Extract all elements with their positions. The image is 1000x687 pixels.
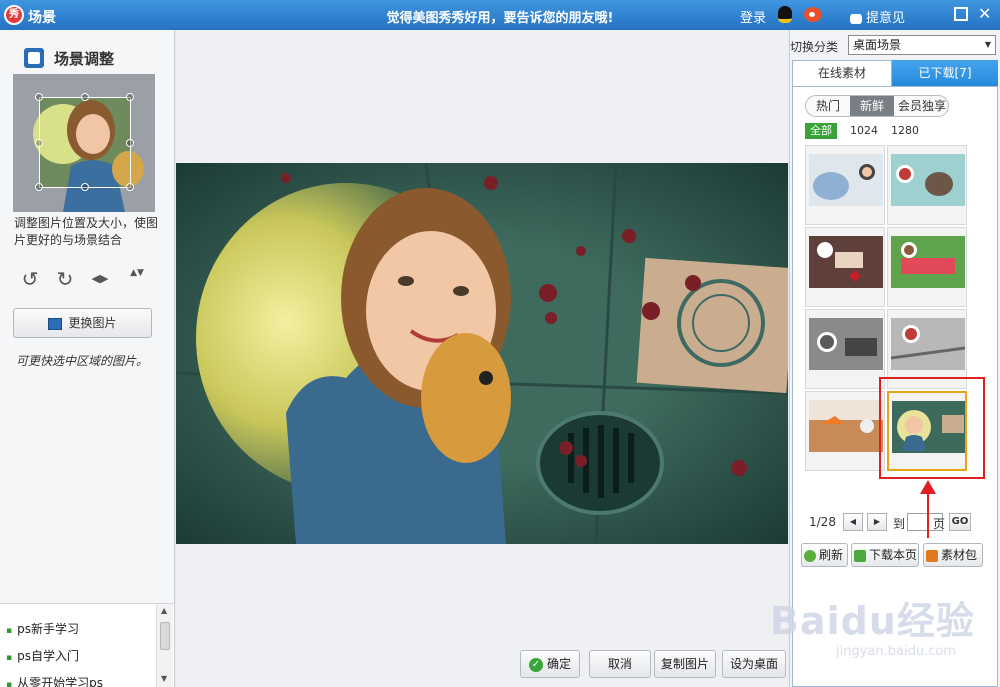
- left-panel: 场景调整 调整图片位置及大小，使图片更好的与场景结合 ↺ ↻ ◀▶ ▲▼ 更换图…: [0, 30, 175, 687]
- crop-handle-tl[interactable]: [35, 93, 43, 101]
- crop-frame[interactable]: [35, 93, 134, 191]
- goto-label: 到: [893, 517, 906, 531]
- arrow-shaft: [927, 492, 929, 538]
- cancel-button[interactable]: 取消: [589, 650, 651, 678]
- crop-handle-mr[interactable]: [126, 139, 134, 147]
- tab-bar: 在线素材 已下载[7]: [792, 60, 998, 86]
- weibo-icon[interactable]: [804, 7, 822, 22]
- slogan-text: 觉得美图秀秀好用，要告诉您的朋友哦!: [386, 11, 614, 26]
- crop-handle-br[interactable]: [126, 183, 134, 191]
- check-icon: ✓: [528, 657, 543, 672]
- ad-scrollbar[interactable]: ▲ ▼: [156, 604, 173, 687]
- replace-image-label: 更换图片: [68, 316, 117, 330]
- feedback-button[interactable]: 提意见: [850, 7, 905, 26]
- flip-horizontal-icon[interactable]: ◀▶: [88, 267, 112, 291]
- thumb-image: [891, 154, 965, 206]
- crop-handle-tr[interactable]: [126, 93, 134, 101]
- thumb-image: [891, 318, 965, 370]
- filter-new[interactable]: 新鲜: [850, 96, 894, 116]
- ad-list: ps新手学习 ps自学入门 从零开始学习ps ▲ ▼: [0, 603, 174, 687]
- qq-icon[interactable]: [778, 6, 792, 23]
- category-label: 切换分类: [790, 40, 839, 54]
- material-pack-label: 素材包: [941, 548, 978, 562]
- ad-link[interactable]: ps自学入门: [6, 647, 79, 664]
- window-title: 场景: [28, 10, 56, 26]
- replace-image-button[interactable]: 更换图片: [13, 308, 152, 338]
- material-thumb[interactable]: [805, 309, 885, 389]
- material-thumb[interactable]: [805, 391, 885, 471]
- ok-label: 确定: [546, 657, 571, 671]
- scene-adjust-icon: [24, 48, 44, 68]
- watermark: Baidu经验 jingyan.baidu.com: [770, 590, 1000, 680]
- page-suffix: 页: [933, 517, 946, 531]
- flip-vertical-icon[interactable]: ▲▼: [125, 267, 149, 291]
- close-button[interactable]: ✕: [978, 5, 991, 23]
- watermark-logo: Baidu经验: [770, 599, 975, 643]
- resolution-1024[interactable]: 1024: [850, 124, 878, 137]
- app-logo-icon: 秀: [4, 5, 24, 25]
- material-thumb[interactable]: [887, 145, 967, 225]
- refresh-icon: [804, 549, 816, 562]
- material-thumb[interactable]: [805, 145, 885, 225]
- scene-preview-image[interactable]: [176, 163, 788, 544]
- title-bar: 秀 场景 觉得美图秀秀好用，要告诉您的朋友哦! 登录 提意见 ✕: [0, 0, 1000, 30]
- speech-bubble-icon: [850, 13, 862, 24]
- adjust-hint: 调整图片位置及大小，使图片更好的与场景结合: [14, 216, 159, 247]
- next-page-button[interactable]: ▶: [867, 513, 887, 531]
- material-pack-button[interactable]: 素材包: [923, 543, 983, 567]
- watermark-url: jingyan.baidu.com: [836, 644, 956, 659]
- thumb-image: [809, 236, 883, 288]
- crop-handle-bl[interactable]: [35, 183, 43, 191]
- refresh-button[interactable]: 刷新: [801, 543, 848, 567]
- highlight-annotation: [879, 377, 985, 479]
- crop-handle-tc[interactable]: [81, 93, 89, 101]
- download-page-button[interactable]: 下载本页: [851, 543, 919, 567]
- ad-link[interactable]: ps新手学习: [6, 620, 79, 637]
- filter-hot[interactable]: 热门: [806, 96, 850, 116]
- ad-link[interactable]: 从零开始学习ps: [6, 674, 103, 687]
- rotate-right-icon[interactable]: ↻: [53, 267, 77, 291]
- copy-image-button[interactable]: 复制图片: [654, 650, 716, 678]
- refresh-label: 刷新: [819, 548, 844, 562]
- panel-title: 场景调整: [54, 50, 115, 68]
- thumb-image: [809, 400, 883, 452]
- quick-hint: 可更快选中区域的图片。: [16, 354, 149, 368]
- thumb-image: [891, 236, 965, 288]
- scroll-down-icon[interactable]: ▼: [161, 674, 167, 683]
- restore-button[interactable]: [954, 7, 968, 21]
- login-link[interactable]: 登录: [740, 7, 766, 26]
- ok-button[interactable]: ✓ 确定: [520, 650, 580, 678]
- feedback-label: 提意见: [866, 11, 906, 26]
- page-indicator: 1/28: [809, 515, 836, 529]
- filter-tabs: 热门 新鲜 会员独享: [805, 95, 949, 117]
- crop-handle-ml[interactable]: [35, 139, 43, 147]
- picture-icon: [48, 317, 63, 330]
- resolution-1280[interactable]: 1280: [891, 124, 919, 137]
- tab-downloaded[interactable]: 已下载[7]: [892, 60, 998, 86]
- filter-vip[interactable]: 会员独享: [894, 96, 948, 116]
- go-button[interactable]: GO: [949, 513, 971, 531]
- download-page-label: 下载本页: [869, 548, 918, 562]
- package-icon: [926, 549, 938, 562]
- download-icon: [854, 549, 866, 562]
- category-select[interactable]: 桌面场景: [848, 35, 996, 55]
- crop-handle-bc[interactable]: [81, 183, 89, 191]
- thumb-image: [809, 318, 883, 370]
- thumb-image: [809, 154, 883, 206]
- canvas-area: ✓ 确定 取消 复制图片 设为桌面: [176, 30, 788, 687]
- scene-photo: [176, 163, 788, 544]
- material-thumb[interactable]: [805, 227, 885, 307]
- resolution-all[interactable]: 全部: [805, 123, 837, 139]
- scroll-up-icon[interactable]: ▲: [161, 606, 167, 615]
- tab-online-materials[interactable]: 在线素材: [792, 60, 892, 86]
- scroll-thumb[interactable]: [160, 622, 170, 650]
- prev-page-button[interactable]: ◀: [843, 513, 863, 531]
- photo-preview[interactable]: [13, 74, 155, 212]
- rotate-left-icon[interactable]: ↺: [18, 267, 42, 291]
- material-thumb[interactable]: [887, 227, 967, 307]
- right-panel: 切换分类 桌面场景 在线素材 已下载[7] 热门 新鲜 会员独享 全部 1024…: [789, 30, 1000, 687]
